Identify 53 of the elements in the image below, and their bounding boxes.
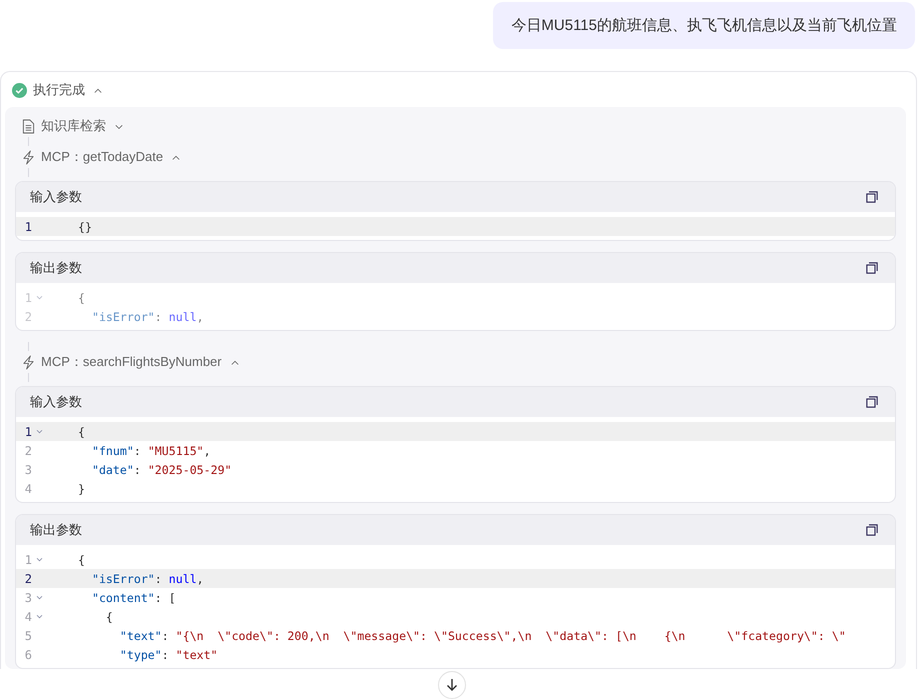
- line-number: 1: [24, 424, 32, 438]
- code-line: {: [78, 290, 85, 304]
- panel-title: 输入参数: [30, 188, 82, 206]
- chevron-icon[interactable]: [230, 360, 239, 364]
- code-line: }: [78, 482, 85, 496]
- code-line: "date": "2025-05-29": [90, 462, 232, 476]
- check-circle-icon: [12, 82, 27, 98]
- code-line: {}: [78, 220, 92, 234]
- code-line: "text": "{\n \"code\": 200,\n \"message\": \"Success\",\n \"data\": [\n {\n \"fcategory\": \": [118, 628, 846, 642]
- code-line: {: [78, 552, 85, 566]
- copy-icon[interactable]: [866, 262, 878, 274]
- code-line: "isError": null,: [90, 572, 204, 586]
- line-number: 5: [24, 628, 32, 642]
- status-label: 执行完成: [33, 81, 85, 99]
- fold-chevron-icon[interactable]: [36, 429, 43, 434]
- copy-icon[interactable]: [866, 396, 878, 408]
- chevron-icon[interactable]: [115, 124, 123, 128]
- copy-icon[interactable]: [866, 524, 878, 536]
- chevron-icon[interactable]: [172, 154, 180, 160]
- line-number: 3: [24, 462, 32, 476]
- line-number: 6: [24, 648, 32, 662]
- line-number: 2: [24, 444, 32, 458]
- line-number: 4: [24, 610, 32, 624]
- panel-title: 输出参数: [30, 259, 82, 277]
- user-message: 今日MU5115的航班信息、执飞飞机信息以及当前飞机位置: [493, 2, 915, 49]
- fold-chevron-icon[interactable]: [36, 595, 43, 600]
- panel-title: 输出参数: [30, 521, 82, 539]
- copy-icon[interactable]: [866, 191, 878, 203]
- line-number: 1: [24, 290, 32, 304]
- panel-title: 输入参数: [30, 393, 82, 411]
- code-line: "content": [: [90, 590, 176, 604]
- line-number: 1: [24, 552, 32, 566]
- document-icon: [22, 118, 35, 134]
- fold-chevron-icon[interactable]: [36, 557, 43, 562]
- line-number: 2: [24, 572, 32, 586]
- code-line: "fnum": "MU5115",: [90, 444, 211, 458]
- code-line: {: [78, 424, 85, 438]
- code-line: {: [104, 610, 113, 624]
- lightning-icon: [22, 150, 35, 164]
- step-label: MCP：searchFlightsByNumber: [41, 353, 222, 371]
- line-number: 1: [24, 220, 32, 234]
- line-number: 2: [24, 310, 32, 324]
- line-number: 4: [24, 482, 32, 496]
- step-label: MCP：getTodayDate: [41, 148, 164, 166]
- lightning-icon: [22, 354, 35, 370]
- arrow-down-icon: [445, 678, 459, 692]
- fold-chevron-icon[interactable]: [36, 614, 43, 619]
- scroll-down-button[interactable]: [438, 671, 466, 699]
- line-number: 3: [24, 590, 32, 604]
- code-line: "isError": null,: [90, 310, 204, 324]
- chevron-icon[interactable]: [94, 88, 102, 92]
- code-line: "type": "text": [118, 648, 218, 662]
- step-label: 知识库检索: [41, 117, 106, 135]
